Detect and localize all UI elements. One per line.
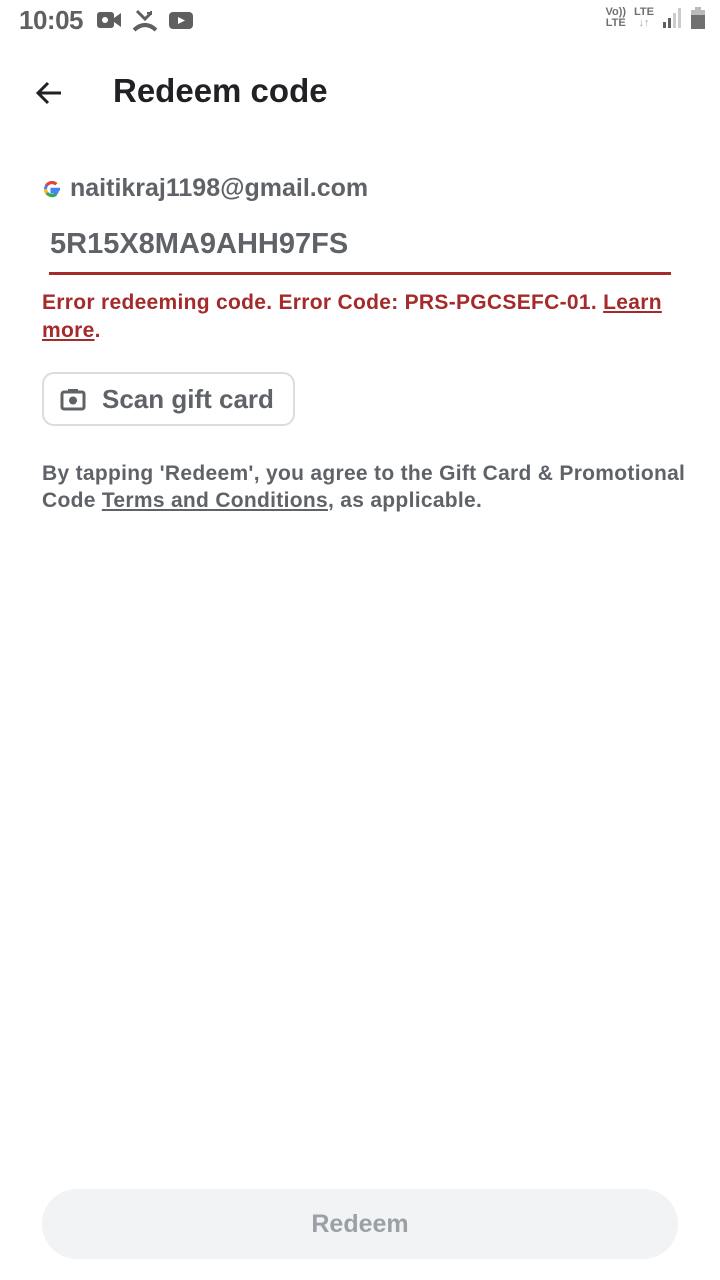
redeem-button[interactable]: Redeem [42, 1189, 678, 1259]
notification-icons [96, 8, 194, 32]
terms-notice: By tapping 'Redeem', you agree to the Gi… [42, 460, 692, 514]
video-camera-icon [97, 12, 121, 28]
google-g-icon [44, 180, 60, 197]
volte-icon: Vo)) LTE [605, 7, 626, 29]
system-status-icons: Vo)) LTE LTE ↓↑ [605, 6, 706, 30]
error-text: Error redeeming code. Error Code: PRS-PG… [42, 291, 597, 314]
data-arrows: ↓↑ [638, 17, 650, 29]
lte-data-icon: LTE ↓↑ [634, 7, 654, 29]
status-bar: 10:05 Vo)) LTE LTE ↓↑ [0, 0, 720, 44]
terms-suffix: , as applicable. [327, 489, 483, 512]
back-button[interactable] [26, 70, 72, 116]
youtube-icon [169, 12, 193, 29]
scan-gift-card-button[interactable]: Scan gift card [42, 372, 295, 426]
arrow-back-icon [35, 81, 61, 105]
missed-call-icon [132, 9, 158, 32]
page-title: Redeem code [113, 72, 328, 109]
volte-sub-label: LTE [605, 17, 626, 29]
code-input-container [49, 222, 672, 275]
account-row: naitikraj1198@gmail.com [42, 174, 368, 203]
scan-gift-card-label: Scan gift card [102, 383, 274, 414]
terms-link[interactable]: Terms and Conditions [102, 489, 328, 512]
code-input[interactable] [49, 222, 672, 261]
error-message: Error redeeming code. Error Code: PRS-PG… [42, 289, 682, 345]
account-email: naitikraj1198@gmail.com [70, 174, 369, 202]
status-time: 10:05 [19, 5, 84, 35]
error-suffix: . [94, 319, 101, 342]
signal-icon [663, 8, 681, 28]
camera-icon [60, 389, 86, 411]
app-bar: Redeem code [0, 56, 720, 128]
battery-icon [691, 7, 705, 29]
